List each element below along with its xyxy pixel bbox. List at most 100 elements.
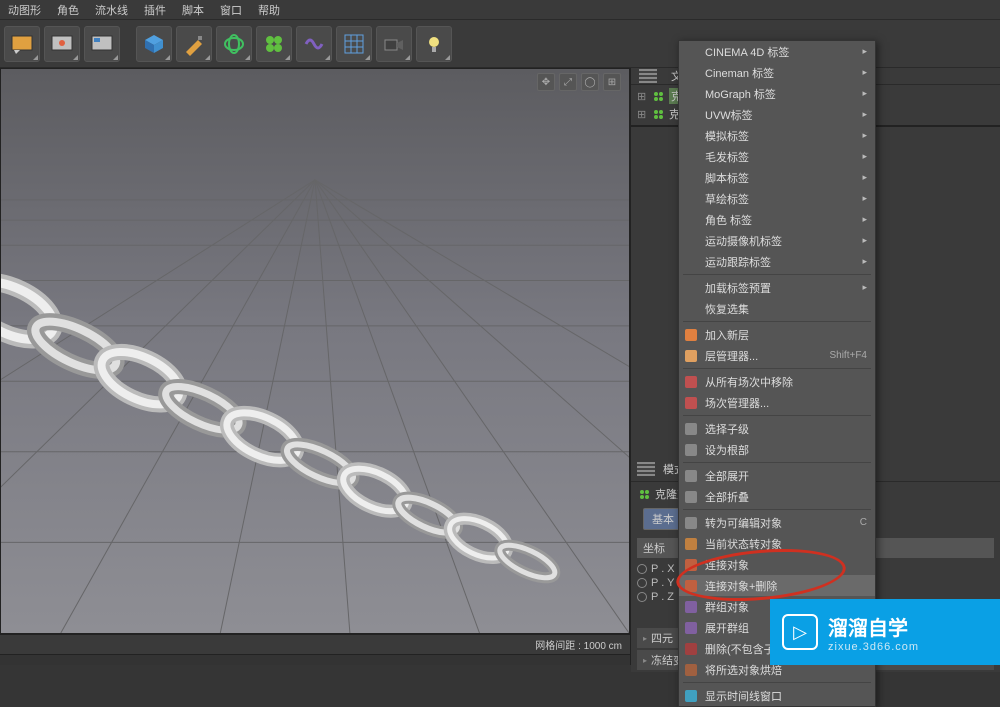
editable-icon	[683, 515, 699, 531]
context-menu-item[interactable]: 恢复选集	[679, 298, 875, 319]
panel-menu-icon[interactable]	[639, 69, 657, 83]
context-menu-item[interactable]: 加载标签预置▸	[679, 277, 875, 298]
context-menu-label: 显示时间线窗口	[705, 688, 782, 704]
menu-separator	[683, 321, 871, 322]
submenu-arrow-icon: ▸	[862, 172, 867, 183]
remove-scene-icon	[683, 374, 699, 390]
timeline-icon	[683, 688, 699, 704]
context-menu-item[interactable]: UVW标签▸	[679, 104, 875, 125]
context-menu-label: 当前状态转对象	[705, 536, 782, 552]
submenu-arrow-icon: ▸	[862, 256, 867, 267]
submenu-arrow-icon: ▸	[862, 235, 867, 246]
context-menu-item[interactable]: MoGraph 标签▸	[679, 83, 875, 104]
expand-icon[interactable]: ⊞	[637, 90, 647, 103]
menu-item[interactable]: 角色	[57, 2, 79, 18]
context-menu-item[interactable]: 角色 标签▸	[679, 209, 875, 230]
menu-separator	[683, 462, 871, 463]
layer-add-icon	[683, 327, 699, 343]
scene-mgr-icon	[683, 395, 699, 411]
light-button[interactable]	[416, 26, 452, 62]
menu-item[interactable]: 脚本	[182, 2, 204, 18]
bake-icon	[683, 662, 699, 678]
keyframe-radio[interactable]	[637, 564, 647, 574]
context-menu-item[interactable]: 连接对象+删除	[679, 575, 875, 596]
delete-icon	[683, 641, 699, 657]
context-menu-label: 模拟标签	[705, 128, 749, 144]
submenu-arrow-icon: ▸	[862, 214, 867, 225]
context-menu-label: 展开群组	[705, 620, 749, 636]
context-menu-item[interactable]: CINEMA 4D 标签▸	[679, 41, 875, 62]
submenu-arrow-icon: ▸	[862, 88, 867, 99]
set-root-icon	[683, 442, 699, 458]
context-menu-item[interactable]: 选择子级	[679, 418, 875, 439]
nurbs-button[interactable]	[216, 26, 252, 62]
context-menu-label: 全部折叠	[705, 489, 749, 505]
pen-tool-button[interactable]	[176, 26, 212, 62]
menu-separator	[683, 368, 871, 369]
context-menu-item[interactable]: 从所有场次中移除	[679, 371, 875, 392]
context-menu-item[interactable]: 运动摄像机标签 ▸	[679, 230, 875, 251]
undo-button[interactable]	[4, 26, 40, 62]
keyframe-radio[interactable]	[637, 592, 647, 602]
render-button[interactable]	[44, 26, 80, 62]
context-menu-item[interactable]: 草绘标签▸	[679, 188, 875, 209]
context-menu-item[interactable]: 层管理器...Shift+F4	[679, 345, 875, 366]
context-menu-item[interactable]: 全部折叠	[679, 486, 875, 507]
context-menu-item[interactable]: 设为根部	[679, 439, 875, 460]
context-menu-label: 草绘标签	[705, 191, 749, 207]
play-icon	[782, 614, 818, 650]
context-menu-label: Cineman 标签	[705, 65, 774, 81]
context-menu-item[interactable]: 脚本标签 ▸	[679, 167, 875, 188]
context-menu-item[interactable]: 毛发标签▸	[679, 146, 875, 167]
context-menu-label: 恢复选集	[705, 301, 749, 317]
context-menu-item[interactable]: 场次管理器...	[679, 392, 875, 413]
context-menu-label: 运动摄像机标签	[705, 233, 782, 249]
context-menu-item[interactable]: Cineman 标签▸	[679, 62, 875, 83]
cloner-button[interactable]	[256, 26, 292, 62]
menu-separator	[683, 274, 871, 275]
context-menu-item[interactable]: 模拟标签▸	[679, 125, 875, 146]
context-menu-item[interactable]: 显示时间线窗口	[679, 685, 875, 706]
menu-item[interactable]: 流水线	[95, 2, 128, 18]
zoom-icon[interactable]: ⤢	[559, 73, 577, 91]
menu-bar: 动图形 角色 流水线 插件 脚本 窗口 帮助	[0, 0, 1000, 20]
menu-item[interactable]: 窗口	[220, 2, 242, 18]
ungroup-icon	[683, 620, 699, 636]
expand-icon	[683, 468, 699, 484]
watermark-url: zixue.3d66.com	[828, 641, 919, 653]
tab-basic[interactable]: 基本	[643, 508, 683, 530]
watermark-banner: 溜溜自学 zixue.3d66.com	[770, 599, 1000, 665]
cloner-icon	[637, 487, 651, 501]
context-menu-label: 从所有场次中移除	[705, 374, 793, 390]
deformer-button[interactable]	[296, 26, 332, 62]
expand-icon[interactable]: ⊞	[637, 108, 647, 121]
context-menu-item[interactable]: 转为可编辑对象C	[679, 512, 875, 533]
render-settings-button[interactable]	[84, 26, 120, 62]
context-menu-item[interactable]: 全部展开	[679, 465, 875, 486]
context-menu-item[interactable]: 连接对象	[679, 554, 875, 575]
context-menu-item[interactable]: 运动跟踪标签▸	[679, 251, 875, 272]
cube-primitive-button[interactable]	[136, 26, 172, 62]
timeline-ruler[interactable]	[0, 654, 630, 665]
cloner-icon	[651, 89, 665, 103]
context-menu-item[interactable]: 当前状态转对象	[679, 533, 875, 554]
pan-icon[interactable]: ✥	[537, 73, 555, 91]
floor-button[interactable]	[336, 26, 372, 62]
keyframe-radio[interactable]	[637, 578, 647, 588]
maximize-icon[interactable]: ⊞	[603, 73, 621, 91]
context-menu-label: 脚本标签	[705, 170, 749, 186]
menu-item[interactable]: 帮助	[258, 2, 280, 18]
panel-menu-icon[interactable]	[637, 462, 655, 476]
context-menu-item[interactable]: 加入新层	[679, 324, 875, 345]
context-menu-label: 毛发标签	[705, 149, 749, 165]
menu-item[interactable]: 动图形	[8, 2, 41, 18]
submenu-arrow-icon: ▸	[862, 282, 867, 293]
menu-item[interactable]: 插件	[144, 2, 166, 18]
connect-del-icon	[683, 578, 699, 594]
watermark-title: 溜溜自学	[828, 612, 919, 641]
viewport-3d[interactable]: ✥ ⤢ ◯ ⊞	[0, 68, 630, 634]
orbit-icon[interactable]: ◯	[581, 73, 599, 91]
camera-button[interactable]	[376, 26, 412, 62]
cloner-icon	[651, 107, 665, 121]
collapse-icon	[683, 489, 699, 505]
